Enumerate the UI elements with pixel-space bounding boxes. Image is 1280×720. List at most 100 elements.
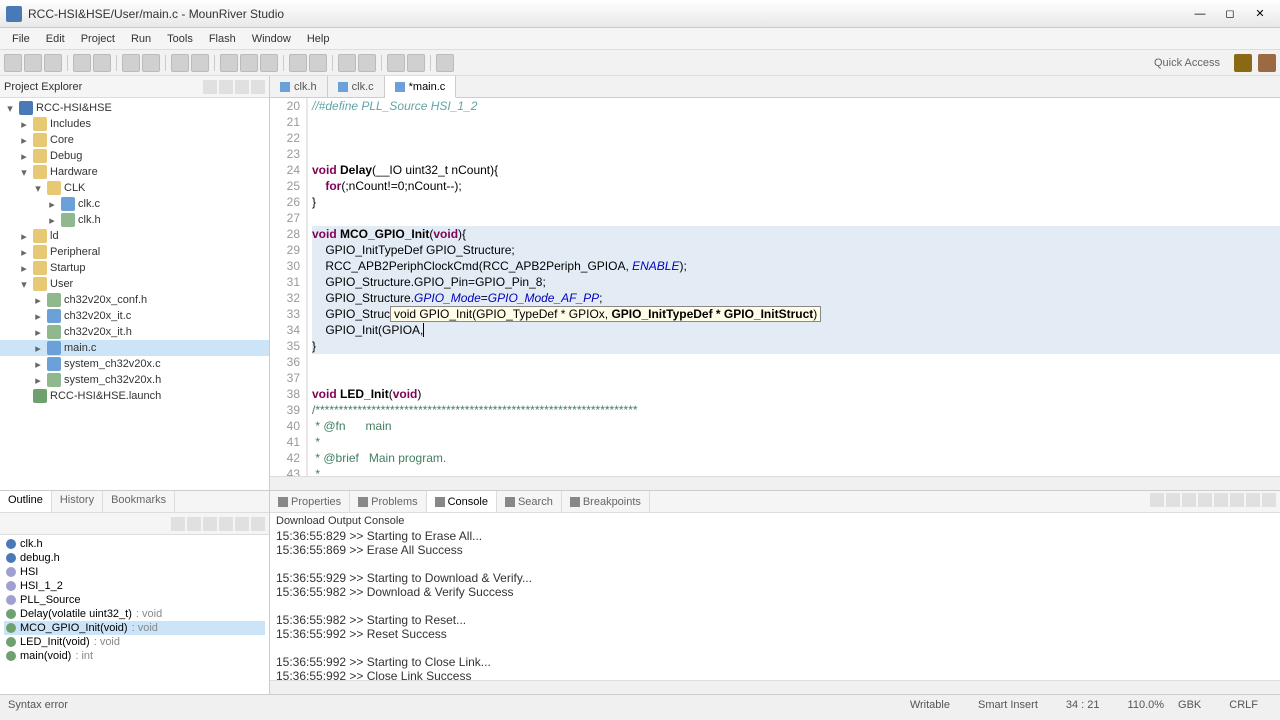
tree-item[interactable]: ▾User xyxy=(0,276,269,292)
tree-item[interactable]: ▸Includes xyxy=(0,116,269,132)
menu-file[interactable]: File xyxy=(4,31,38,47)
perspective-icon-2[interactable] xyxy=(1258,54,1276,72)
tree-item[interactable]: ▸Peripheral xyxy=(0,244,269,260)
code-line[interactable]: void Delay(__IO uint32_t nCount){ xyxy=(312,162,1280,178)
tree-toggle-icon[interactable] xyxy=(18,390,30,402)
download-icon[interactable] xyxy=(122,54,140,72)
collapse-all-icon[interactable] xyxy=(203,80,217,94)
menu-window[interactable]: Window xyxy=(244,31,299,47)
forward-icon[interactable] xyxy=(407,54,425,72)
run-icon[interactable] xyxy=(142,54,160,72)
clear-icon[interactable] xyxy=(1182,493,1196,507)
tree-toggle-icon[interactable]: ▸ xyxy=(18,134,30,146)
code-line[interactable]: void MCO_GPIO_Init(void){ xyxy=(312,226,1280,242)
terminal-icon[interactable] xyxy=(338,54,356,72)
tree-toggle-icon[interactable]: ▾ xyxy=(32,182,44,194)
outline-item[interactable]: MCO_GPIO_Init(void) : void xyxy=(4,621,265,635)
build-icon[interactable] xyxy=(73,54,91,72)
save-icon[interactable] xyxy=(24,54,42,72)
tree-toggle-icon[interactable]: ▸ xyxy=(32,342,44,354)
resume-icon[interactable] xyxy=(289,54,307,72)
editor-tab[interactable]: *main.c xyxy=(385,76,457,98)
tree-toggle-icon[interactable]: ▾ xyxy=(18,278,30,290)
outline-tab-outline[interactable]: Outline xyxy=(0,491,52,512)
code-area[interactable]: //#define PLL_Source HSI_1_2 void Delay(… xyxy=(308,98,1280,476)
tree-item[interactable]: ▸ch32v20x_conf.h xyxy=(0,292,269,308)
stop-icon[interactable] xyxy=(191,54,209,72)
outline-item[interactable]: HSI_1_2 xyxy=(4,579,265,593)
outline-menu-icon[interactable] xyxy=(251,517,265,531)
refresh-icon[interactable] xyxy=(358,54,376,72)
outline-body[interactable]: clk.h debug.h HSI HSI_1_2 PLL_Source Del… xyxy=(0,535,269,694)
tree-toggle-icon[interactable]: ▸ xyxy=(32,310,44,322)
code-line[interactable] xyxy=(312,130,1280,146)
tree-item[interactable]: ▾Hardware xyxy=(0,164,269,180)
code-line[interactable]: void LED_Init(void) xyxy=(312,386,1280,402)
code-line[interactable]: * xyxy=(312,434,1280,450)
tree-toggle-icon[interactable]: ▸ xyxy=(46,214,58,226)
code-line[interactable]: GPIO_Structure.GPIO_Pin=GPIO_Pin_8; xyxy=(312,274,1280,290)
close-button[interactable]: ✕ xyxy=(1246,4,1274,24)
outline-item[interactable]: main(void) : int xyxy=(4,649,265,663)
tree-item[interactable]: ▸Startup xyxy=(0,260,269,276)
tree-item[interactable]: RCC-HSI&HSE.launch xyxy=(0,388,269,404)
back-icon[interactable] xyxy=(387,54,405,72)
hide-static-icon[interactable] xyxy=(219,517,233,531)
display-icon[interactable] xyxy=(1166,493,1180,507)
tree-item[interactable]: ▾RCC-HSI&HSE xyxy=(0,100,269,116)
minimize-button[interactable]: — xyxy=(1186,4,1214,24)
tree-toggle-icon[interactable]: ▸ xyxy=(32,294,44,306)
tree-item[interactable]: ▸system_ch32v20x.h xyxy=(0,372,269,388)
tree-item[interactable]: ▸ch32v20x_it.h xyxy=(0,324,269,340)
editor-tab[interactable]: clk.h xyxy=(270,76,328,97)
code-line[interactable] xyxy=(312,210,1280,226)
tree-item[interactable]: ▸clk.c xyxy=(0,196,269,212)
code-line[interactable] xyxy=(312,114,1280,130)
tree-item[interactable]: ▾CLK xyxy=(0,180,269,196)
code-line[interactable]: * @brief Main program. xyxy=(312,450,1280,466)
min-icon[interactable] xyxy=(1246,493,1260,507)
max-icon[interactable] xyxy=(1262,493,1276,507)
pause-icon[interactable] xyxy=(309,54,327,72)
menu-flash[interactable]: Flash xyxy=(201,31,244,47)
tree-toggle-icon[interactable]: ▾ xyxy=(18,166,30,178)
menu-edit[interactable]: Edit xyxy=(38,31,73,47)
tree-item[interactable]: ▸main.c xyxy=(0,340,269,356)
outline-item[interactable]: Delay(volatile uint32_t) : void xyxy=(4,607,265,621)
console-tab-console[interactable]: Console xyxy=(427,491,497,512)
code-line[interactable] xyxy=(312,146,1280,162)
code-line[interactable] xyxy=(312,354,1280,370)
tree-toggle-icon[interactable]: ▾ xyxy=(4,102,16,114)
tree-item[interactable]: ▸ch32v20x_it.c xyxy=(0,308,269,324)
outline-tab-bookmarks[interactable]: Bookmarks xyxy=(103,491,175,512)
tree-toggle-icon[interactable]: ▸ xyxy=(18,246,30,258)
outline-item[interactable]: debug.h xyxy=(4,551,265,565)
tree-toggle-icon[interactable]: ▸ xyxy=(32,326,44,338)
step-out-icon[interactable] xyxy=(260,54,278,72)
perspective-icon[interactable] xyxy=(1234,54,1252,72)
hide-fields-icon[interactable] xyxy=(203,517,217,531)
tree-item[interactable]: ▸Debug xyxy=(0,148,269,164)
menu-help[interactable]: Help xyxy=(299,31,338,47)
code-line[interactable]: GPIO_Strucvoid GPIO_Init(GPIO_TypeDef * … xyxy=(312,306,1280,322)
tree-toggle-icon[interactable]: ▸ xyxy=(18,230,30,242)
minimize-panel-icon[interactable] xyxy=(251,80,265,94)
open-icon[interactable] xyxy=(1230,493,1244,507)
code-line[interactable]: } xyxy=(312,338,1280,354)
step-over-icon[interactable] xyxy=(220,54,238,72)
code-line[interactable]: * xyxy=(312,466,1280,476)
outline-item[interactable]: clk.h xyxy=(4,537,265,551)
code-line[interactable]: * @fn main xyxy=(312,418,1280,434)
console-hscroll[interactable] xyxy=(270,680,1280,694)
outline-item[interactable]: LED_Init(void) : void xyxy=(4,635,265,649)
filter-icon[interactable] xyxy=(187,517,201,531)
code-line[interactable]: RCC_APB2PeriphClockCmd(RCC_APB2Periph_GP… xyxy=(312,258,1280,274)
tree-toggle-icon[interactable]: ▸ xyxy=(18,150,30,162)
code-line[interactable]: GPIO_Init(GPIOA, xyxy=(312,322,1280,338)
sort-icon[interactable] xyxy=(171,517,185,531)
tree-toggle-icon[interactable]: ▸ xyxy=(32,374,44,386)
code-line[interactable]: //#define PLL_Source HSI_1_2 xyxy=(312,98,1280,114)
hide-nonpublic-icon[interactable] xyxy=(235,517,249,531)
editor-hscroll[interactable] xyxy=(270,476,1280,490)
tree-toggle-icon[interactable]: ▸ xyxy=(18,262,30,274)
